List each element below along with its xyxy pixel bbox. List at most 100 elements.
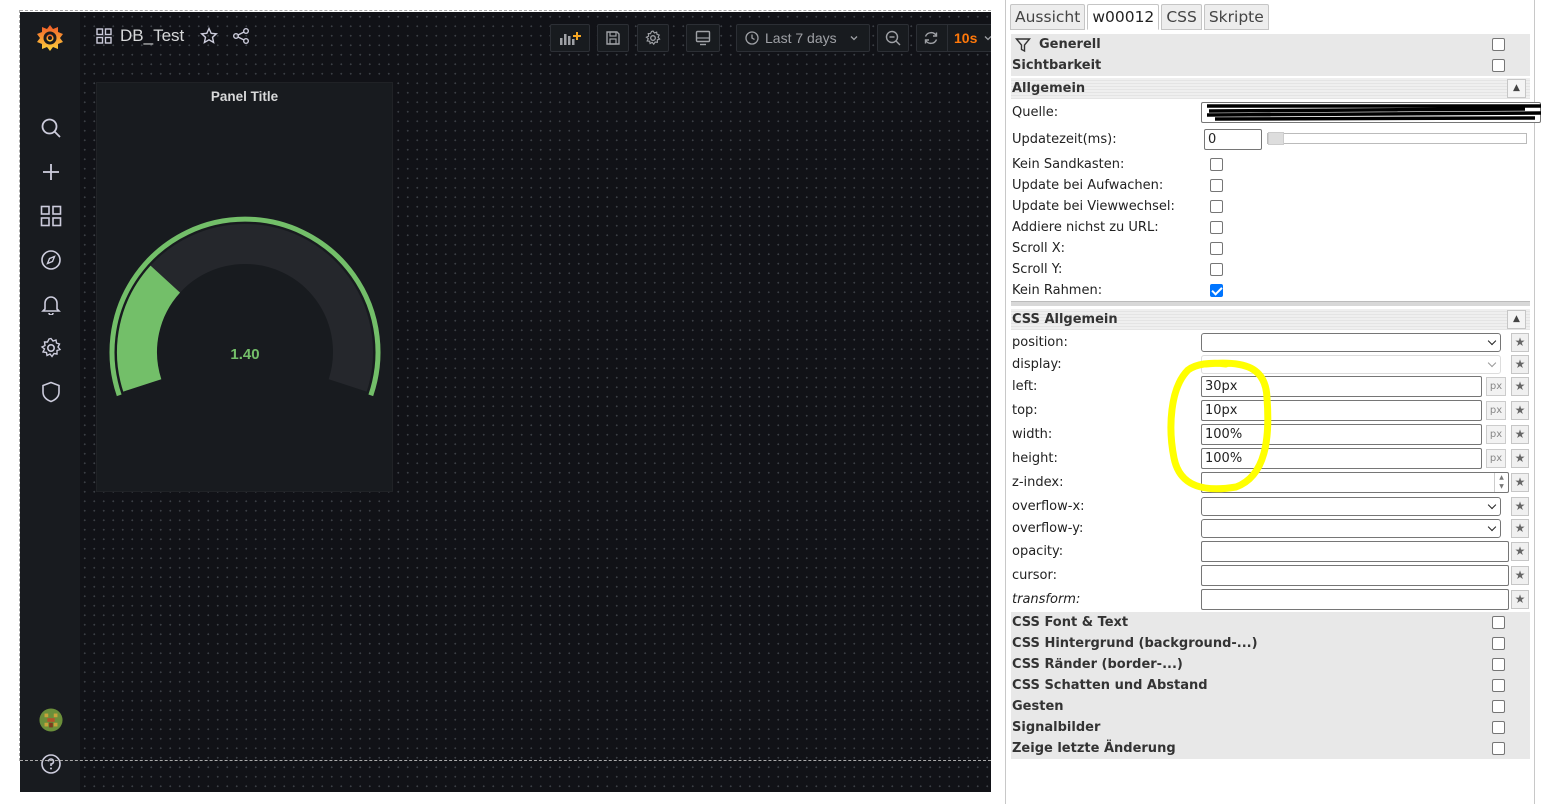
star-icon[interactable]: ★ bbox=[1511, 333, 1529, 352]
time-range-picker[interactable]: Last 7 days bbox=[736, 24, 870, 52]
unit-button[interactable]: px bbox=[1486, 401, 1506, 420]
zindex-input[interactable]: ▲ ▼ bbox=[1201, 472, 1509, 493]
star-icon[interactable]: ★ bbox=[1511, 449, 1529, 468]
tab-widget[interactable]: w00012 bbox=[1087, 4, 1160, 30]
grafana-logo-icon[interactable] bbox=[34, 22, 66, 54]
collapse-up-icon[interactable]: ▲ bbox=[1507, 310, 1526, 329]
section-checkbox[interactable] bbox=[1492, 658, 1505, 671]
tab-css[interactable]: CSS bbox=[1161, 4, 1202, 30]
section-css-allgemein[interactable]: CSS Allgemein ▲ bbox=[1011, 309, 1530, 330]
star-icon[interactable]: ★ bbox=[1511, 425, 1529, 444]
slider-handle[interactable] bbox=[1268, 132, 1284, 145]
selection-border-bottom bbox=[20, 760, 991, 761]
help-icon[interactable] bbox=[39, 752, 63, 776]
shield-icon[interactable] bbox=[39, 380, 63, 404]
zoom-out-button[interactable] bbox=[877, 24, 909, 52]
zoom-out-icon bbox=[885, 30, 901, 46]
star-icon[interactable]: ★ bbox=[1511, 542, 1529, 561]
section-css-hintergrund[interactable]: CSS Hintergrund (background-...) bbox=[1011, 633, 1530, 654]
share-icon[interactable] bbox=[232, 27, 250, 45]
kein-sandkasten-checkbox[interactable] bbox=[1210, 158, 1223, 171]
section-gesten[interactable]: Gesten bbox=[1011, 696, 1530, 717]
star-icon[interactable]: ★ bbox=[1511, 473, 1529, 492]
update-aufwachen-checkbox[interactable] bbox=[1210, 179, 1223, 192]
star-icon[interactable]: ★ bbox=[1511, 355, 1529, 374]
bell-icon[interactable] bbox=[39, 292, 63, 316]
section-checkbox[interactable] bbox=[1492, 616, 1505, 629]
dashboards-icon[interactable] bbox=[39, 204, 63, 228]
settings-button[interactable] bbox=[637, 24, 669, 52]
kein-sandkasten-label: Kein Sandkasten: bbox=[1012, 157, 1125, 172]
add-panel-button[interactable] bbox=[550, 24, 590, 52]
search-icon[interactable] bbox=[39, 116, 63, 140]
star-icon[interactable]: ★ bbox=[1511, 566, 1529, 585]
dashboard-title-group[interactable]: DB_Test bbox=[96, 26, 250, 46]
section-generell[interactable]: Generell bbox=[1011, 34, 1530, 55]
unit-button[interactable]: px bbox=[1486, 425, 1506, 444]
section-css-raender[interactable]: CSS Ränder (border-...) bbox=[1011, 654, 1530, 675]
section-checkbox[interactable] bbox=[1492, 721, 1505, 734]
addiere-url-checkbox[interactable] bbox=[1210, 221, 1223, 234]
overflow-x-row: overflow-x: ★ bbox=[1011, 496, 1530, 517]
opacity-input[interactable] bbox=[1201, 541, 1509, 562]
updatezeit-slider[interactable] bbox=[1267, 132, 1527, 145]
quelle-input[interactable] bbox=[1201, 102, 1542, 123]
left-input[interactable]: 30px bbox=[1201, 376, 1482, 397]
scroll-y-checkbox[interactable] bbox=[1210, 263, 1223, 276]
unit-button[interactable]: px bbox=[1486, 377, 1506, 396]
generell-checkbox[interactable] bbox=[1492, 38, 1505, 51]
plus-icon[interactable] bbox=[39, 160, 63, 184]
star-icon[interactable]: ★ bbox=[1511, 401, 1529, 420]
section-css-schatten[interactable]: CSS Schatten und Abstand bbox=[1011, 675, 1530, 696]
avatar[interactable] bbox=[39, 708, 63, 732]
spinner-icon[interactable]: ▲ ▼ bbox=[1494, 473, 1508, 492]
section-sichtbarkeit[interactable]: Sichtbarkeit bbox=[1011, 55, 1530, 76]
update-viewwechsel-checkbox[interactable] bbox=[1210, 200, 1223, 213]
position-select[interactable] bbox=[1201, 333, 1501, 352]
updatezeit-row: Updatezeit(ms): 0 bbox=[1011, 129, 1530, 150]
tv-mode-button[interactable] bbox=[686, 24, 720, 52]
transform-input[interactable] bbox=[1201, 589, 1509, 610]
compass-icon[interactable] bbox=[39, 248, 63, 272]
section-allgemein[interactable]: Allgemein ▲ bbox=[1011, 78, 1530, 99]
tab-skripte[interactable]: Skripte bbox=[1203, 4, 1269, 30]
kein-rahmen-checkbox[interactable] bbox=[1210, 284, 1223, 297]
scroll-y-row: Scroll Y: bbox=[1011, 259, 1530, 280]
section-checkbox[interactable] bbox=[1492, 742, 1505, 755]
quelle-row: Quelle: bbox=[1011, 102, 1542, 123]
collapse-up-icon[interactable]: ▲ bbox=[1507, 79, 1526, 98]
height-input[interactable]: 100% bbox=[1201, 448, 1482, 469]
star-icon[interactable] bbox=[200, 27, 219, 45]
tab-aussicht[interactable]: Aussicht bbox=[1010, 4, 1086, 30]
gear-icon[interactable] bbox=[39, 336, 63, 360]
section-letzte-aenderung[interactable]: Zeige letzte Änderung bbox=[1011, 738, 1530, 759]
updatezeit-input[interactable]: 0 bbox=[1204, 129, 1262, 150]
overflow-y-select[interactable] bbox=[1201, 519, 1501, 538]
star-icon[interactable]: ★ bbox=[1511, 519, 1529, 538]
refresh-picker[interactable]: 10s bbox=[916, 24, 991, 52]
unit-button[interactable]: px bbox=[1486, 449, 1506, 468]
section-css-font[interactable]: CSS Font & Text bbox=[1011, 612, 1530, 633]
top-input[interactable]: 10px bbox=[1201, 400, 1482, 421]
star-icon[interactable]: ★ bbox=[1511, 497, 1529, 516]
width-input[interactable]: 100% bbox=[1201, 424, 1482, 445]
section-signalbilder[interactable]: Signalbilder bbox=[1011, 717, 1530, 738]
zindex-label: z-index: bbox=[1012, 475, 1064, 490]
filter-icon[interactable] bbox=[1015, 37, 1031, 53]
cursor-input[interactable] bbox=[1201, 565, 1509, 586]
section-checkbox[interactable] bbox=[1492, 637, 1505, 650]
display-select[interactable] bbox=[1201, 355, 1501, 374]
sichtbarkeit-checkbox[interactable] bbox=[1492, 59, 1505, 72]
save-button[interactable] bbox=[597, 24, 629, 52]
star-icon[interactable]: ★ bbox=[1511, 377, 1529, 396]
gauge-panel[interactable]: Panel Title 1.40 bbox=[96, 82, 393, 492]
scroll-x-checkbox[interactable] bbox=[1210, 242, 1223, 255]
clock-icon bbox=[745, 31, 759, 45]
star-icon[interactable]: ★ bbox=[1511, 590, 1529, 609]
position-label: position: bbox=[1012, 335, 1068, 350]
dashboard-title[interactable]: DB_Test bbox=[120, 26, 184, 46]
top-label: top: bbox=[1012, 403, 1038, 418]
section-checkbox[interactable] bbox=[1492, 679, 1505, 692]
section-checkbox[interactable] bbox=[1492, 700, 1505, 713]
overflow-x-select[interactable] bbox=[1201, 497, 1501, 516]
